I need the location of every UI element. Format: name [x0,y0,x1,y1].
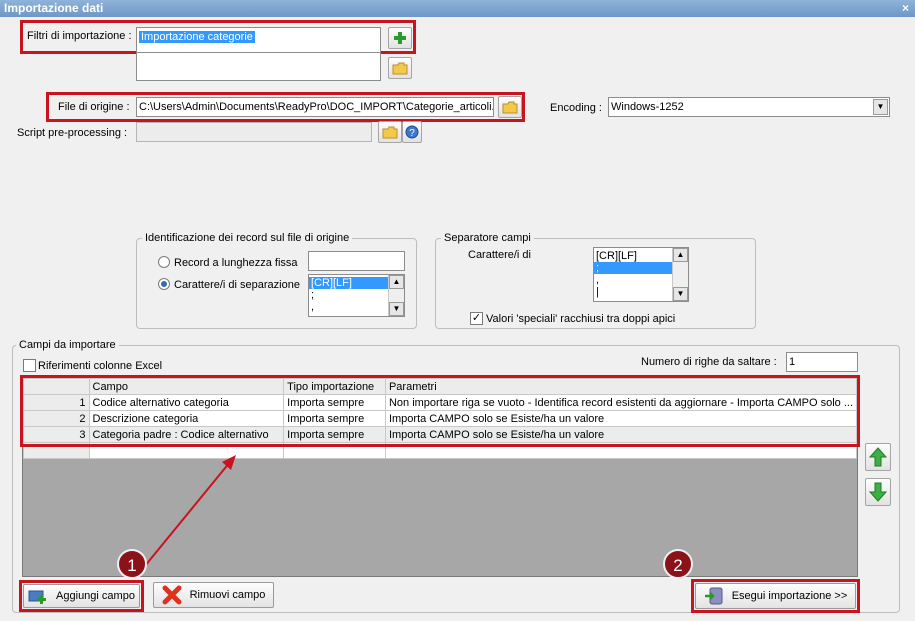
annotation-badge-2: 2 [663,549,693,579]
annotation-arrow [139,455,236,573]
annotation-badge-1: 1 [117,549,147,579]
